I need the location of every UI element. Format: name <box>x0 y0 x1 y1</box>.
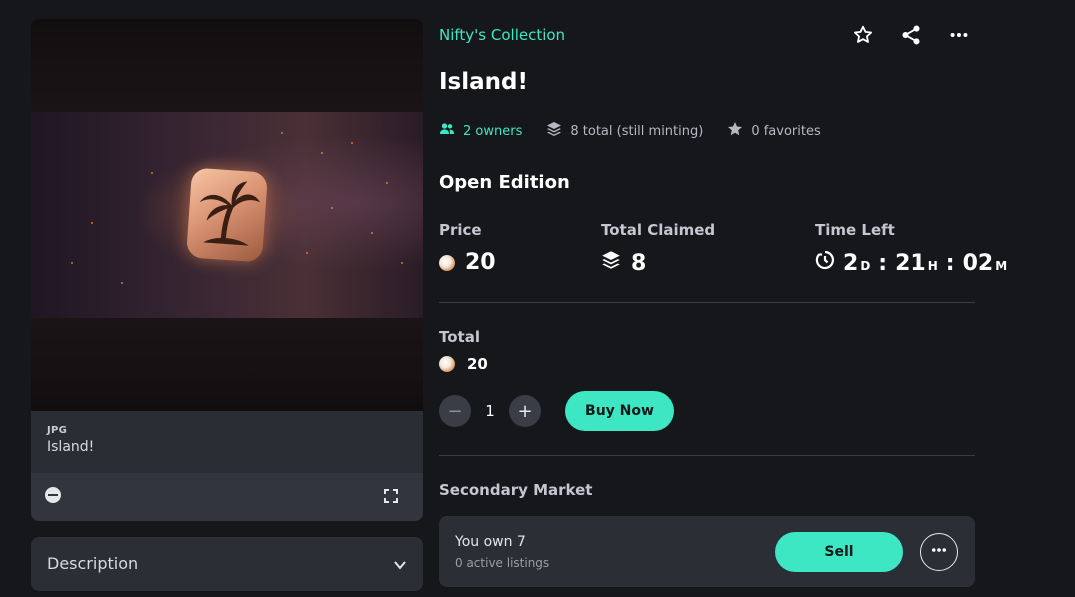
countdown-minutes: 02 <box>962 250 994 276</box>
layers-icon <box>601 250 621 276</box>
countdown-minutes-unit: M <box>995 258 1008 273</box>
divider <box>439 302 975 303</box>
artwork-image <box>31 112 423 318</box>
more-options-button[interactable] <box>948 24 970 50</box>
secondary-market-label: Secondary Market <box>439 481 593 499</box>
claimed-amount: 8 <box>631 250 647 276</box>
claimed-label: Total Claimed <box>601 221 716 239</box>
media-file-type: JPG <box>47 425 68 436</box>
owners-link[interactable]: 2 owners <box>439 121 522 141</box>
total-minted-text: 8 total (still minting) <box>570 123 704 139</box>
more-horizontal-icon <box>948 31 970 50</box>
timer-icon <box>815 250 835 276</box>
price-label: Price <box>439 221 482 239</box>
owners-count: 2 owners <box>463 123 523 139</box>
palm-island-logo <box>185 167 269 263</box>
minus-circle-icon[interactable] <box>45 487 61 503</box>
countdown-hours-unit: H <box>927 258 938 273</box>
description-label: Description <box>47 554 139 573</box>
active-listings: 0 active listings <box>455 556 550 570</box>
favorite-button[interactable] <box>852 24 874 50</box>
star-filled-icon <box>727 121 743 141</box>
star-icon <box>852 25 874 50</box>
total-label: Total <box>439 328 480 346</box>
buy-now-button[interactable]: Buy Now <box>565 391 674 431</box>
chevron-down-icon <box>393 557 407 571</box>
coin-icon <box>439 356 455 372</box>
page-title: Island! <box>439 69 528 95</box>
countdown-separator: : <box>945 250 955 276</box>
edition-title: Open Edition <box>439 172 570 193</box>
media-card: JPG Island! <box>31 19 423 521</box>
ownership-card: You own 7 0 active listings Sell <box>439 516 975 587</box>
media-controls <box>31 473 423 521</box>
more-horizontal-icon <box>930 541 948 563</box>
favorites-text: 0 favorites <box>751 123 821 139</box>
media-frame[interactable] <box>31 19 423 411</box>
fullscreen-icon[interactable] <box>383 488 399 504</box>
price-value: 20 <box>439 250 496 275</box>
countdown-days-unit: D <box>860 258 871 273</box>
total-value: 20 <box>439 355 488 373</box>
media-letterbox-top <box>31 19 423 112</box>
description-accordion[interactable]: Description <box>31 537 423 591</box>
stats-row: 2 owners 8 total (still minting) 0 favor… <box>439 121 821 141</box>
owned-count: You own 7 <box>455 534 526 550</box>
share-button[interactable] <box>900 24 922 50</box>
sell-button[interactable]: Sell <box>775 532 903 572</box>
quantity-value: 1 <box>485 402 495 420</box>
price-amount: 20 <box>465 250 496 275</box>
share-icon <box>900 25 922 50</box>
countdown-hours: 21 <box>895 250 926 276</box>
countdown: 2 D : 21 H : 02 M <box>843 251 1007 276</box>
divider <box>439 455 975 456</box>
favorites-count: 0 favorites <box>727 121 821 141</box>
users-icon <box>439 121 455 141</box>
time-left-label: Time Left <box>815 221 895 239</box>
decrease-quantity-button[interactable]: − <box>439 395 471 427</box>
collection-link[interactable]: Nifty's Collection <box>439 26 565 44</box>
increase-quantity-button[interactable]: + <box>509 395 541 427</box>
listing-options-button[interactable] <box>920 533 958 571</box>
media-name: Island! <box>47 439 95 455</box>
media-letterbox-bottom <box>31 318 423 411</box>
countdown-separator: : <box>878 250 888 276</box>
layers-icon <box>546 121 562 141</box>
media-meta: JPG Island! <box>31 411 423 473</box>
countdown-days: 2 <box>843 250 859 276</box>
total-minted: 8 total (still minting) <box>546 121 703 141</box>
quantity-stepper: − 1 + <box>439 395 541 427</box>
coin-icon <box>439 254 455 271</box>
time-left-value: 2 D : 21 H : 02 M <box>815 250 1007 276</box>
total-amount: 20 <box>467 355 488 373</box>
claimed-value: 8 <box>601 250 646 276</box>
